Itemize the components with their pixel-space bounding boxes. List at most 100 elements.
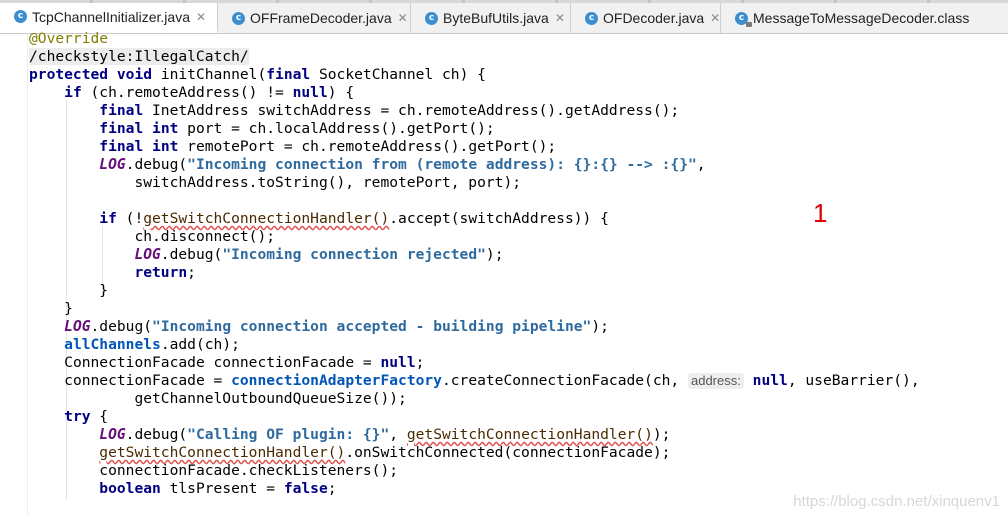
locked-class-icon: c	[735, 11, 752, 27]
error-highlight: getSwitchConnectionHandler()	[99, 444, 346, 461]
tab-ofdecoder[interactable]: c OFDecoder.java ✕	[571, 3, 721, 33]
code-text: SocketChannel ch) {	[310, 66, 486, 83]
tab-label: ByteBufUtils.java	[443, 10, 549, 26]
keyword: null	[752, 372, 788, 389]
code-line: if (ch.remoteAddress() != null) {	[29, 84, 920, 102]
code-line: boolean tlsPresent = false;	[29, 480, 920, 498]
code-text: );	[485, 246, 504, 263]
code-text: tlsPresent =	[160, 480, 284, 497]
code-text: .createConnectionFacade(ch,	[441, 372, 688, 389]
code-line: return;	[29, 264, 920, 282]
close-icon[interactable]: ✕	[555, 11, 565, 25]
code-text: , useBarrier(),	[787, 372, 920, 389]
class-icon: c	[585, 11, 598, 25]
code-text: (!	[116, 210, 144, 227]
keyword: final	[99, 120, 144, 137]
code-text: ;	[187, 264, 196, 281]
keyword: int	[152, 138, 179, 155]
static-field: LOG	[99, 426, 126, 443]
code-line: switchAddress.toString(), remotePort, po…	[29, 174, 920, 192]
tab-label: MessageToMessageDecoder.class	[753, 10, 970, 26]
keyword: null	[380, 354, 416, 371]
editor-tab-bar: c TcpChannelInitializer.java ✕ c OFFrame…	[0, 0, 1008, 34]
keyword: false	[283, 480, 328, 497]
tab-messagetomessagedecoder[interactable]: c MessageToMessageDecoder.class	[721, 3, 1008, 33]
code-line: final int remotePort = ch.remoteAddress(…	[29, 138, 920, 156]
code-line: protected void initChannel(final SocketC…	[29, 66, 920, 84]
code-line: LOG.debug("Incoming connection accepted …	[29, 318, 920, 336]
keyword: protected	[29, 66, 109, 83]
keyword: try	[64, 408, 91, 425]
string-literal: "Incoming connection from (remote addres…	[187, 156, 697, 173]
code-text: ConnectionFacade connectionFacade =	[64, 354, 381, 371]
static-field: LOG	[99, 156, 126, 173]
close-icon[interactable]: ✕	[398, 11, 408, 25]
keyword: final	[99, 102, 144, 119]
close-icon[interactable]: ✕	[196, 10, 206, 24]
code-line: try {	[29, 408, 920, 426]
code-line: @Override	[29, 30, 920, 48]
string-literal: "Calling OF plugin: {}"	[187, 426, 390, 443]
code-text: );	[591, 318, 609, 335]
lock-icon	[746, 21, 752, 27]
code-text: }	[64, 300, 73, 317]
error-highlight: getSwitchConnectionHandler()	[406, 426, 653, 443]
code-line: allChannels.add(ch);	[29, 336, 920, 354]
code-line: connectionFacade = connectionAdapterFact…	[29, 372, 920, 390]
code-text: InetAddress switchAddress = ch.remoteAdd…	[143, 102, 680, 119]
string-literal: "Incoming connection accepted - building…	[152, 318, 592, 335]
watermark: https://blog.csdn.net/xinquenv1	[793, 493, 1000, 510]
code-text: );	[652, 426, 671, 443]
class-icon: c	[14, 10, 27, 23]
tab-label: OFDecoder.java	[603, 10, 705, 26]
code-text: {	[90, 408, 109, 425]
code-line: }	[29, 300, 920, 318]
code-text: }	[99, 282, 109, 299]
keyword: boolean	[99, 480, 161, 497]
annotation-marker: 1	[813, 198, 828, 228]
keyword: if	[64, 84, 82, 101]
code-text: switchAddress.toString(), remotePort, po…	[134, 174, 522, 191]
code-line: getChannelOutboundQueueSize());	[29, 390, 920, 408]
code-text: .onSwitchConnected(connectionFacade);	[345, 444, 671, 461]
error-highlight: getSwitchConnectionHandler()	[143, 210, 390, 227]
code-text: .debug(	[125, 156, 188, 173]
string-literal: "Incoming connection rejected"	[222, 246, 486, 263]
code-text: initChannel(	[152, 66, 267, 83]
comment: /checkstyle:IllegalCatch/	[29, 48, 249, 65]
tab-label: OFFrameDecoder.java	[250, 10, 392, 26]
code-text: ,	[389, 426, 407, 443]
code-text: ,	[696, 156, 706, 173]
class-icon: c	[425, 11, 438, 25]
code-text: remotePort = ch.remoteAddress().getPort(…	[178, 138, 557, 155]
keyword: void	[116, 66, 153, 83]
parameter-hint: address:	[687, 373, 744, 389]
code-line: final InetAddress switchAddress = ch.rem…	[29, 102, 920, 120]
code-text: ch.disconnect();	[134, 228, 276, 245]
field: allChannels	[64, 336, 161, 353]
code-text: .accept(switchAddress)) {	[389, 210, 609, 227]
code-line: final int port = ch.localAddress().getPo…	[29, 120, 920, 138]
code-line: LOG.debug("Incoming connection from (rem…	[29, 156, 920, 174]
tab-tcpchannelinitializer[interactable]: c TcpChannelInitializer.java ✕	[0, 3, 218, 33]
class-icon-glyph: c	[738, 12, 745, 23]
code-text: (ch.remoteAddress() !=	[81, 84, 293, 101]
keyword: null	[292, 84, 328, 101]
code-line: /checkstyle:IllegalCatch/	[29, 48, 920, 66]
editor-gutter-border	[27, 34, 28, 516]
code-text: connectionFacade =	[64, 372, 232, 389]
keyword: return	[134, 264, 188, 281]
code-text: .debug(	[90, 318, 153, 335]
code-line: ConnectionFacade connectionFacade = null…	[29, 354, 920, 372]
tab-bytebufutils[interactable]: c ByteBufUtils.java ✕	[411, 3, 571, 33]
code-text: connectionFacade.checkListeners();	[99, 462, 399, 479]
code-text: getChannelOutboundQueueSize());	[134, 390, 407, 407]
code-editor[interactable]: @Override/checkstyle:IllegalCatch/protec…	[29, 30, 920, 498]
keyword: final	[266, 66, 311, 83]
code-line: if (!getSwitchConnectionHandler().accept…	[29, 210, 920, 228]
code-text: ) {	[327, 84, 355, 101]
code-line: ch.disconnect();	[29, 228, 920, 246]
tab-offramedecoder[interactable]: c OFFrameDecoder.java ✕	[218, 3, 411, 33]
close-icon[interactable]: ✕	[710, 11, 720, 25]
